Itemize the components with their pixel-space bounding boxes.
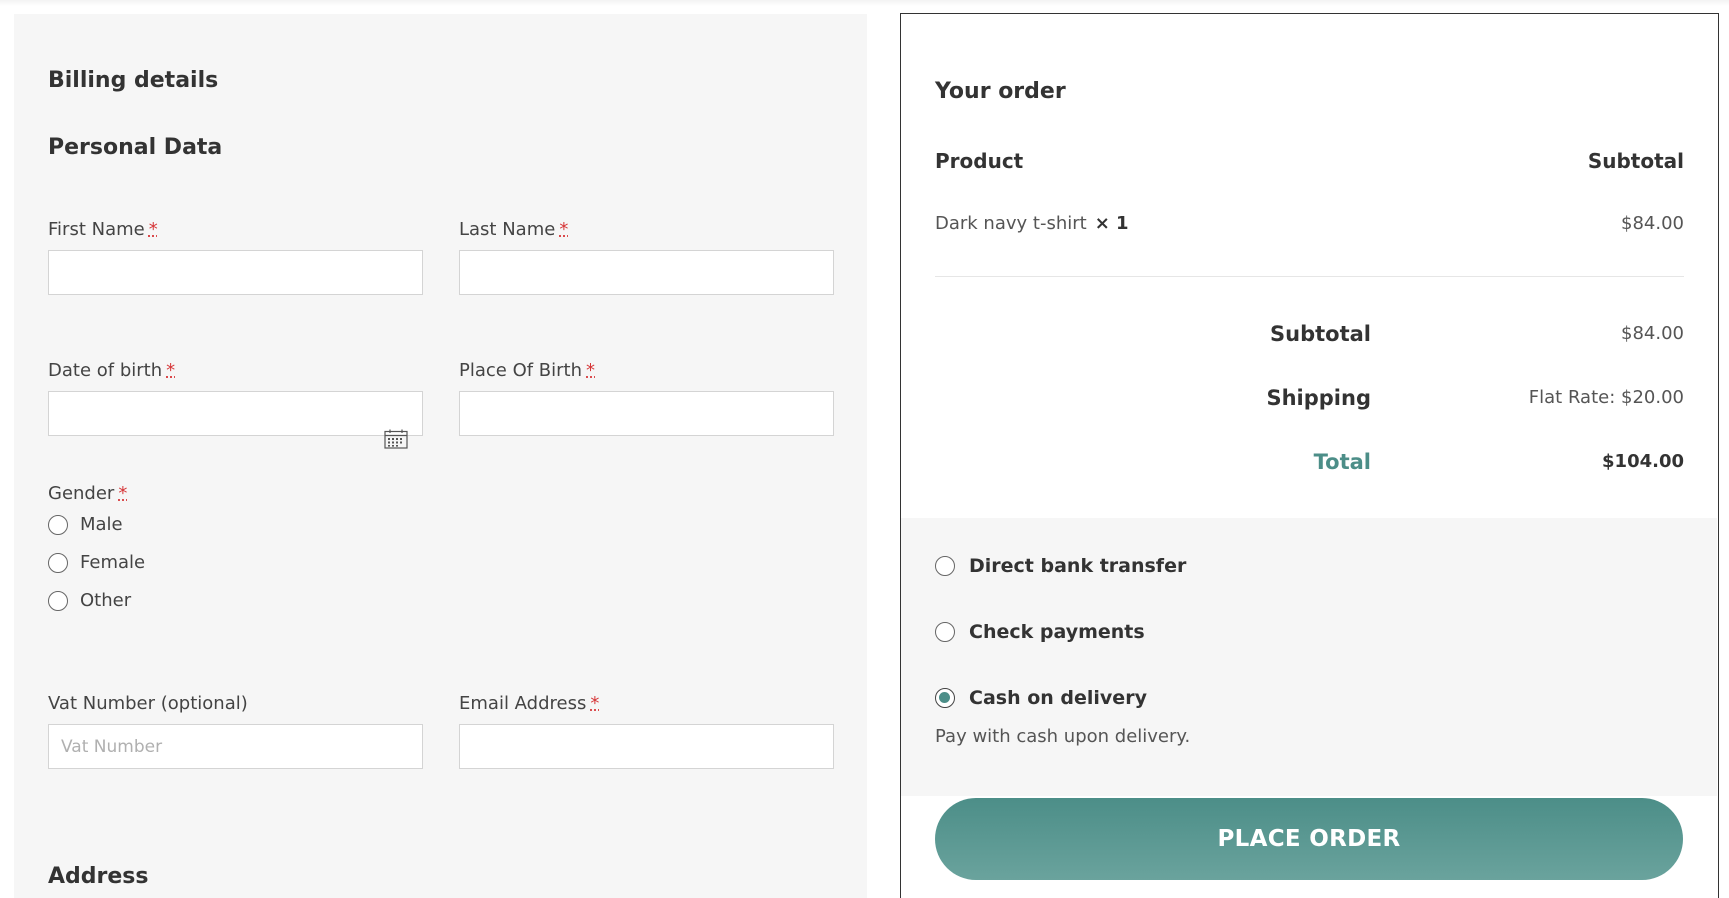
subtotal-column-header: Subtotal: [1587, 149, 1684, 173]
first-name-input[interactable]: [48, 250, 423, 295]
payment-option-bank-transfer[interactable]: Direct bank transfer: [935, 555, 1186, 577]
email-input[interactable]: [459, 724, 834, 769]
last-name-label: Last Name *: [459, 219, 569, 240]
item-price: $84.00: [1621, 213, 1684, 234]
required-mark: *: [559, 219, 569, 240]
payment-option-cod[interactable]: Cash on delivery: [935, 687, 1147, 709]
total-label: Total: [1313, 450, 1371, 474]
vat-number-input[interactable]: [48, 724, 423, 769]
top-shadow: [0, 0, 1729, 6]
billing-panel: Billing details Personal Data First Name…: [14, 14, 867, 898]
billing-title: Billing details: [48, 68, 219, 93]
item-name: Dark navy t-shirt: [935, 213, 1087, 234]
required-mark: *: [166, 360, 176, 381]
item-quantity: × 1: [1094, 213, 1129, 234]
payment-description: Pay with cash upon delivery.: [935, 726, 1191, 747]
order-item: Dark navy t-shirt × 1: [935, 213, 1129, 234]
email-label: Email Address *: [459, 693, 600, 714]
first-name-label: First Name *: [48, 219, 158, 240]
shipping-value: Flat Rate: $20.00: [1528, 387, 1684, 408]
vat-label: Vat Number (optional): [48, 693, 248, 714]
gender-option-male[interactable]: Male: [48, 514, 123, 535]
gender-label: Gender *: [48, 483, 128, 504]
total-value: $104.00: [1602, 451, 1684, 472]
place-order-button[interactable]: PLACE ORDER: [935, 798, 1683, 880]
payment-option-check[interactable]: Check payments: [935, 621, 1145, 643]
radio-button[interactable]: [935, 622, 955, 642]
subtotal-label: Subtotal: [1270, 322, 1371, 346]
radio-button[interactable]: [48, 590, 68, 611]
calendar-icon[interactable]: [384, 429, 408, 449]
dob-label: Date of birth *: [48, 360, 176, 381]
required-mark: *: [586, 360, 596, 381]
product-column-header: Product: [935, 149, 1024, 173]
divider: [935, 276, 1684, 277]
required-mark: *: [118, 483, 128, 504]
place-of-birth-input[interactable]: [459, 391, 834, 436]
payment-methods: Direct bank transfer Check payments Cash…: [901, 518, 1717, 796]
date-of-birth-input[interactable]: [48, 391, 423, 436]
radio-button-checked[interactable]: [935, 688, 955, 708]
radio-button[interactable]: [48, 552, 68, 573]
order-title: Your order: [935, 79, 1066, 104]
subtotal-value: $84.00: [1621, 323, 1684, 344]
last-name-input[interactable]: [459, 250, 834, 295]
required-mark: *: [590, 693, 600, 714]
pob-label: Place Of Birth *: [459, 360, 596, 381]
address-heading: Address: [48, 864, 149, 889]
personal-data-heading: Personal Data: [48, 135, 223, 160]
gender-option-female[interactable]: Female: [48, 552, 145, 573]
order-panel: Your order Product Subtotal Dark navy t-…: [900, 13, 1719, 898]
required-mark: *: [148, 219, 158, 240]
shipping-label: Shipping: [1266, 386, 1371, 410]
gender-option-other[interactable]: Other: [48, 590, 131, 611]
radio-button[interactable]: [48, 514, 68, 535]
radio-button[interactable]: [935, 556, 955, 576]
